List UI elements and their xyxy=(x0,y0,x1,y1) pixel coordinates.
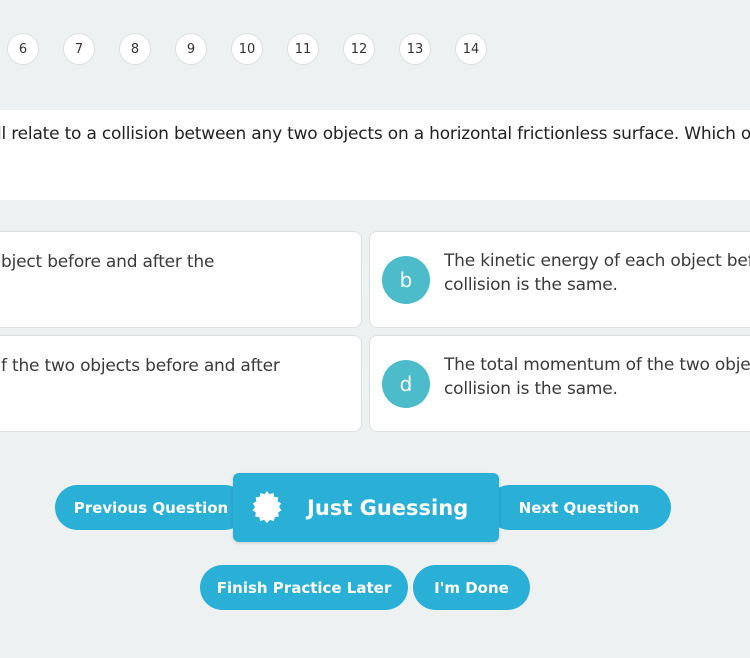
question-number-10[interactable]: 10 xyxy=(231,33,263,65)
question-number-9[interactable]: 9 xyxy=(175,33,207,65)
answer-d-text-line1: The total momentum of the two object xyxy=(444,355,750,375)
answer-letter-d: d xyxy=(382,360,430,408)
badge-icon xyxy=(252,491,282,524)
answer-choice-d[interactable]: d The total momentum of the two object c… xyxy=(369,335,750,432)
answer-choice-a[interactable]: bject before and after the xyxy=(0,231,362,328)
question-panel: ll relate to a collision between any two… xyxy=(0,110,750,200)
answer-b-text-line2: collision is the same. xyxy=(444,275,618,295)
answer-b-text-line1: The kinetic energy of each object befo xyxy=(444,251,750,271)
question-number-12[interactable]: 12 xyxy=(343,33,375,65)
question-nav: 6 7 8 9 10 11 12 13 14 xyxy=(0,33,750,65)
question-number-13[interactable]: 13 xyxy=(399,33,431,65)
question-number-8[interactable]: 8 xyxy=(119,33,151,65)
question-text: ll relate to a collision between any two… xyxy=(0,124,750,144)
previous-question-button[interactable]: Previous Question xyxy=(55,485,247,530)
answer-letter-b: b xyxy=(382,256,430,304)
question-number-14[interactable]: 14 xyxy=(455,33,487,65)
im-done-button[interactable]: I'm Done xyxy=(413,565,530,610)
just-guessing-label: Just Guessing xyxy=(307,495,469,520)
answer-choice-b[interactable]: b The kinetic energy of each object befo… xyxy=(369,231,750,328)
answer-choices: bject before and after the b The kinetic… xyxy=(0,0,750,658)
answer-c-text: f the two objects before and after xyxy=(1,356,280,376)
question-number-6[interactable]: 6 xyxy=(7,33,39,65)
answer-a-text: bject before and after the xyxy=(1,252,215,272)
next-question-button[interactable]: Next Question xyxy=(487,485,671,530)
finish-practice-later-button[interactable]: Finish Practice Later xyxy=(200,565,408,610)
just-guessing-button[interactable]: Just Guessing xyxy=(233,473,499,542)
question-number-11[interactable]: 11 xyxy=(287,33,319,65)
question-number-7[interactable]: 7 xyxy=(63,33,95,65)
answer-choice-c[interactable]: f the two objects before and after xyxy=(0,335,362,432)
answer-d-text-line2: collision is the same. xyxy=(444,379,618,399)
